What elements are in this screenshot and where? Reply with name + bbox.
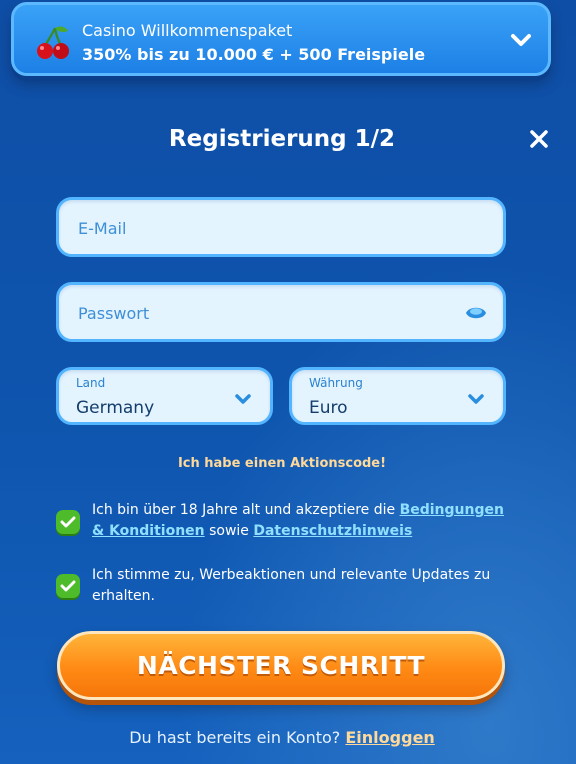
password-input[interactable] [76,285,413,341]
chevron-down-icon [235,394,251,404]
marketing-consent-text: Ich stimme zu, Werbeaktionen und relevan… [92,567,491,604]
next-step-button[interactable]: NÄCHSTER SCHRITT [57,631,505,700]
country-value: Germany [76,398,155,418]
eye-icon[interactable] [465,303,487,323]
email-field[interactable] [56,197,506,257]
terms-text-before: Ich bin über 18 Jahre alt und akzeptiere… [92,502,400,518]
terms-text-middle: sowie [204,523,254,539]
privacy-link[interactable]: Datenschutzhinweis [253,523,412,539]
currency-value: Euro [309,398,348,418]
country-select[interactable]: Land Germany [56,367,273,425]
chevron-down-icon[interactable] [510,31,532,49]
currency-select[interactable]: Währung Euro [289,367,506,425]
terms-consent-text: Ich bin über 18 Jahre alt und akzeptiere… [92,500,512,542]
page-title: Registrierung 1/2 [168,126,396,152]
chevron-down-icon [468,394,484,404]
checkmark-icon [60,516,76,528]
login-link[interactable]: Einloggen [345,728,434,747]
password-field[interactable] [56,282,506,342]
close-icon[interactable] [528,128,550,150]
promo-subtitle: 350% bis zu 10.000 € + 500 Freispiele [82,45,426,64]
promo-code-link[interactable]: Ich habe einen Aktionscode! [0,456,564,471]
welcome-package-banner[interactable]: Casino Willkommenspaket 350% bis zu 10.0… [11,2,551,76]
promo-title: Casino Willkommenspaket [82,21,293,40]
login-prompt-text: Du hast bereits ein Konto? [129,728,346,747]
marketing-checkbox[interactable] [56,574,80,598]
cherry-icon [37,26,69,59]
currency-label: Währung [309,376,363,390]
email-input[interactable] [76,200,413,256]
checkmark-icon [60,580,76,592]
login-prompt: Du hast bereits ein Konto? Einloggen [0,728,564,747]
country-label: Land [76,376,106,390]
terms-checkbox[interactable] [56,510,80,534]
